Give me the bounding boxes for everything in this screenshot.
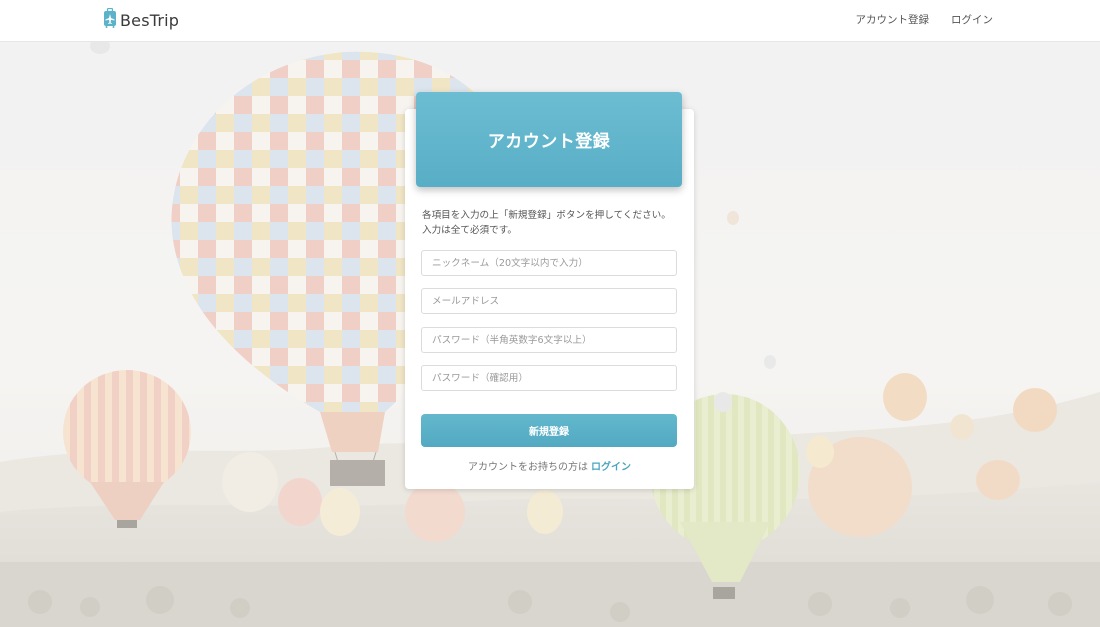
suitcase-airplane-icon	[103, 7, 117, 32]
signup-submit-button[interactable]: 新規登録	[421, 414, 677, 447]
instructions-line-1: 各項目を入力の上「新規登録」ボタンを押してください。	[422, 210, 671, 221]
password-confirm-input[interactable]	[421, 365, 677, 391]
password-input[interactable]	[421, 327, 677, 353]
brand-logo[interactable]: BesTrip	[103, 7, 180, 32]
instructions-line-2: 入力は全て必須です。	[422, 225, 517, 236]
signup-card-header: アカウント登録	[416, 92, 682, 187]
top-navbar: BesTrip アカウント登録 ログイン	[0, 0, 1100, 42]
login-link[interactable]: ログイン	[591, 462, 631, 473]
page-title: アカウント登録	[487, 132, 611, 152]
header-nav: アカウント登録 ログイン	[856, 12, 994, 27]
nav-signup-link[interactable]: アカウント登録	[856, 12, 930, 27]
nickname-input[interactable]	[421, 250, 677, 276]
brand-name: BesTrip	[120, 10, 180, 30]
email-input[interactable]	[421, 288, 677, 314]
nav-login-link[interactable]: ログイン	[951, 12, 993, 27]
existing-account-prompt: アカウントをお持ちの方は ログイン	[405, 458, 694, 473]
existing-account-text: アカウントをお持ちの方は	[468, 462, 588, 473]
form-instructions: 各項目を入力の上「新規登録」ボタンを押してください。 入力は全て必須です。	[422, 208, 684, 238]
